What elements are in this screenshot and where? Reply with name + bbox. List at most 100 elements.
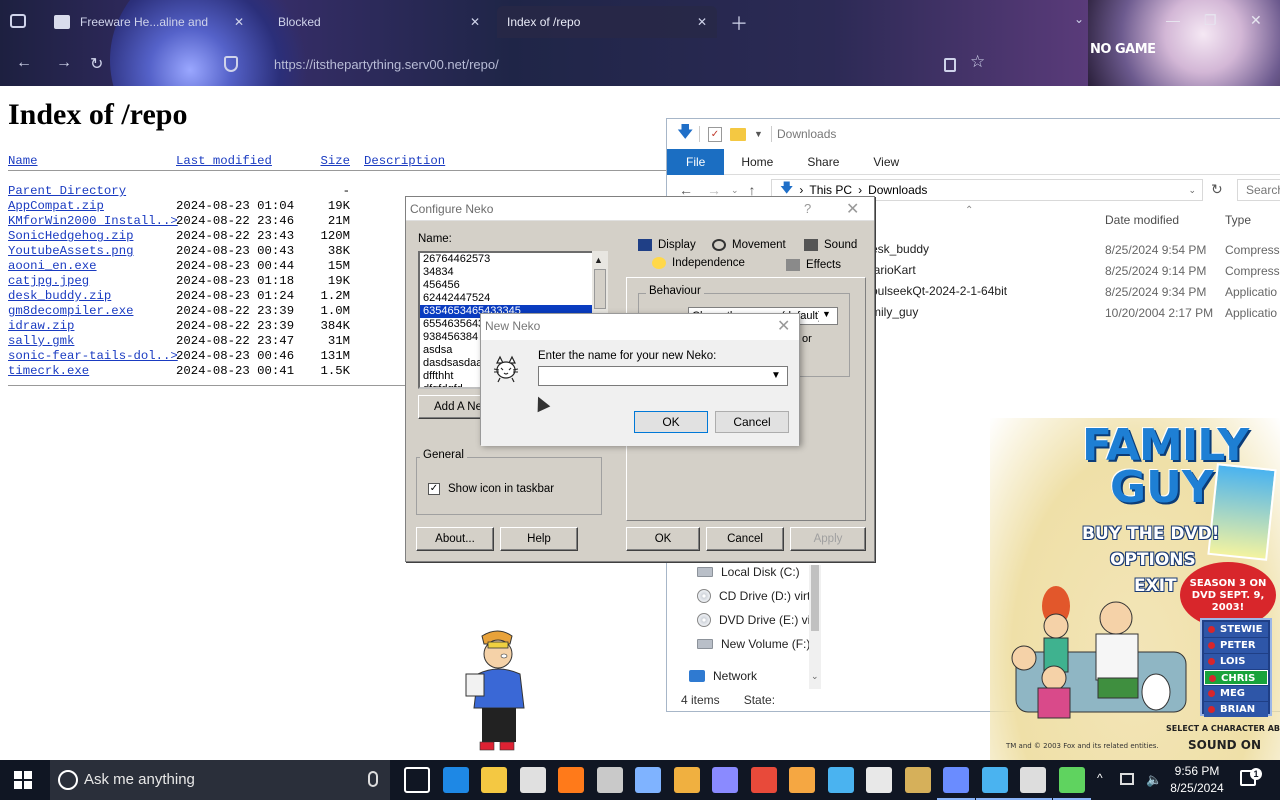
apply-button[interactable]: Apply bbox=[790, 527, 866, 551]
explorer-search-input[interactable]: Search bbox=[1237, 179, 1280, 201]
close-icon[interactable]: ✕ bbox=[470, 15, 480, 29]
edge-icon[interactable] bbox=[442, 767, 469, 793]
firefox-icon[interactable] bbox=[558, 767, 584, 793]
task-view-icon[interactable] bbox=[404, 767, 430, 793]
sound-toggle[interactable]: SOUND ON bbox=[1188, 738, 1261, 752]
bookmark-star-icon[interactable]: ☆ bbox=[970, 52, 985, 72]
new-folder-icon[interactable] bbox=[730, 127, 746, 141]
help-icon[interactable]: ? bbox=[804, 201, 811, 216]
neko-name-item[interactable]: 26764462573 bbox=[420, 253, 606, 266]
chevron-down-icon[interactable]: ▼ bbox=[771, 370, 781, 381]
customize-caret-icon[interactable]: ▼ bbox=[754, 129, 763, 139]
about-button[interactable]: About... bbox=[416, 527, 494, 551]
parent-directory-link[interactable]: Parent Directory bbox=[8, 184, 126, 198]
file-explorer-icon[interactable] bbox=[481, 767, 507, 793]
scrollbar-thumb[interactable] bbox=[594, 269, 606, 309]
red-game-icon[interactable] bbox=[750, 767, 777, 793]
nav-item-cd[interactable]: CD Drive (D:) virt bbox=[697, 585, 810, 607]
store-icon[interactable] bbox=[519, 767, 546, 793]
maximize-icon[interactable]: ❐ bbox=[1204, 12, 1217, 29]
scrollbar-thumb[interactable] bbox=[811, 565, 819, 631]
file-link[interactable]: aooni_en.exe bbox=[8, 259, 97, 273]
close-window-icon[interactable]: ✕ bbox=[1250, 12, 1262, 29]
scroll-up-icon[interactable]: ▲ bbox=[594, 255, 603, 265]
tab-freeware[interactable]: Freeware He...aline and ✕ bbox=[44, 6, 254, 38]
sort-by-description-link[interactable]: Description bbox=[364, 154, 445, 168]
nav-item-local[interactable]: Local Disk (C:) bbox=[697, 561, 800, 583]
file-link[interactable]: KMforWin2000 Install..> bbox=[8, 214, 178, 228]
folder-app-icon[interactable] bbox=[904, 767, 931, 793]
file-link[interactable]: desk_buddy.zip bbox=[8, 289, 111, 303]
volume-icon[interactable]: 🔈 bbox=[1146, 772, 1162, 788]
file-link[interactable]: catjpg.jpeg bbox=[8, 274, 89, 288]
tab-index-of-repo[interactable]: Index of /repo ✕ bbox=[497, 6, 717, 38]
properties-icon[interactable]: ✓ bbox=[708, 126, 722, 142]
character-option-peter[interactable]: PETER bbox=[1204, 638, 1268, 653]
cancel-button[interactable]: Cancel bbox=[706, 527, 784, 551]
nav-item-new[interactable]: New Volume (F:) bbox=[697, 633, 810, 655]
tab-independence[interactable]: Independence bbox=[652, 253, 745, 273]
column-type[interactable]: Type bbox=[1225, 213, 1251, 227]
chevron-down-icon[interactable]: ▼ bbox=[822, 309, 831, 319]
scroll-down-icon[interactable]: ⌄ bbox=[811, 671, 819, 682]
neko-name-item[interactable]: 456456 bbox=[420, 279, 606, 292]
refresh-icon[interactable]: ↻ bbox=[1211, 181, 1223, 198]
back-arrow-icon[interactable]: ← bbox=[16, 54, 32, 72]
sort-by-size-link[interactable]: Size bbox=[320, 154, 350, 168]
character-option-stewie[interactable]: STEWIE bbox=[1204, 622, 1268, 637]
breadcrumb-this-pc[interactable]: This PC bbox=[809, 183, 852, 197]
reader-view-icon[interactable] bbox=[944, 58, 956, 72]
character-option-brian[interactable]: BRIAN bbox=[1204, 702, 1268, 717]
tab-movement[interactable]: Movement bbox=[712, 235, 786, 255]
shield-icon[interactable] bbox=[224, 56, 238, 72]
close-icon[interactable]: ✕ bbox=[846, 199, 859, 219]
network-icon[interactable] bbox=[1120, 773, 1134, 785]
close-icon[interactable]: ✕ bbox=[697, 15, 707, 29]
chevron-down-icon[interactable]: ⌄ bbox=[1074, 12, 1084, 26]
clock-date[interactable]: 8/25/2024 bbox=[1164, 781, 1230, 795]
reload-icon[interactable]: ↻ bbox=[90, 54, 103, 74]
download-arrow-icon[interactable]: 🡇 bbox=[677, 125, 693, 142]
show-icon-checkbox[interactable]: ✓ bbox=[428, 483, 440, 495]
character-icon[interactable] bbox=[937, 767, 975, 800]
ribbon-tab-view[interactable]: View bbox=[856, 149, 916, 175]
tab-blocked[interactable]: Blocked ✕ bbox=[268, 6, 490, 38]
ribbon-tab-file[interactable]: File bbox=[667, 149, 725, 175]
buy-dvd-button[interactable]: BUY THE DVD! bbox=[1082, 524, 1219, 544]
chris-desktop-character[interactable] bbox=[460, 628, 536, 760]
cancel-button[interactable]: Cancel bbox=[715, 411, 789, 433]
nav-item-dvd[interactable]: DVD Drive (E:) vi bbox=[697, 609, 810, 631]
notes-icon[interactable] bbox=[789, 767, 815, 793]
app-grid-icon[interactable] bbox=[596, 767, 623, 793]
clock-time[interactable]: 9:56 PM bbox=[1172, 764, 1222, 778]
tab-display[interactable]: Display bbox=[638, 235, 696, 255]
photos-icon[interactable] bbox=[975, 767, 1014, 800]
character-option-chris[interactable]: CHRIS bbox=[1204, 670, 1268, 685]
windows-start-icon[interactable] bbox=[14, 771, 32, 789]
tab-effects[interactable]: Effects bbox=[786, 255, 841, 275]
file-link[interactable]: gm8decompiler.exe bbox=[8, 304, 133, 318]
neko-icon[interactable] bbox=[1014, 767, 1052, 800]
tab-sound[interactable]: Sound bbox=[804, 235, 857, 255]
file-link[interactable]: sonic-fear-tails-dol..> bbox=[8, 349, 178, 363]
new-neko-name-input[interactable] bbox=[538, 366, 788, 386]
ok-button[interactable]: OK bbox=[626, 527, 700, 551]
character-option-meg[interactable]: MEG bbox=[1204, 686, 1268, 701]
ribbon-tab-share[interactable]: Share bbox=[790, 149, 856, 175]
forward-arrow-icon[interactable]: → bbox=[56, 54, 72, 72]
file-link[interactable]: sally.gmk bbox=[8, 334, 74, 348]
neko-name-item[interactable]: 62442447524 bbox=[420, 292, 606, 305]
guitar-icon[interactable] bbox=[673, 767, 700, 793]
family-guy-icon[interactable] bbox=[1052, 767, 1091, 800]
sort-by-name-link[interactable]: Name bbox=[8, 154, 38, 168]
eyes-icon[interactable] bbox=[635, 767, 661, 793]
help-button[interactable]: Help bbox=[500, 527, 578, 551]
close-icon[interactable]: ✕ bbox=[234, 15, 244, 29]
file-link[interactable]: AppCompat.zip bbox=[8, 199, 104, 213]
url-bar[interactable]: https://itsthepartything.serv00.net/repo… bbox=[254, 52, 994, 78]
breadcrumb-downloads[interactable]: Downloads bbox=[868, 183, 927, 197]
nav-item-network[interactable]: Network bbox=[689, 665, 757, 687]
mail-icon[interactable] bbox=[866, 767, 892, 793]
neko-name-item[interactable]: 34834 bbox=[420, 266, 606, 279]
options-button[interactable]: OPTIONS bbox=[1110, 550, 1196, 570]
